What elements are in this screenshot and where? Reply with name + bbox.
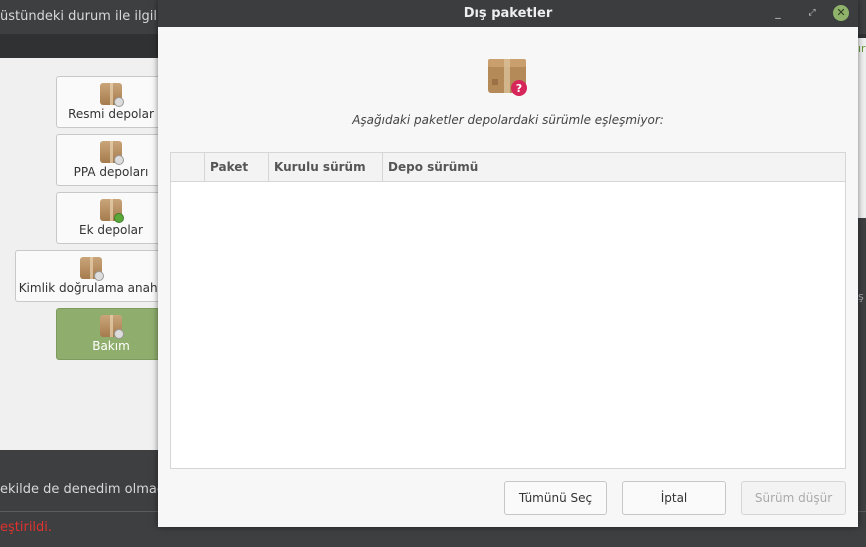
- background-error-text: eştirildi.: [0, 520, 53, 535]
- package-icon: [79, 257, 104, 281]
- maximize-icon[interactable]: ⤢: [804, 5, 820, 21]
- nav-label: Ek depolar: [79, 223, 143, 237]
- downgrade-button[interactable]: Sürüm düşür: [741, 481, 846, 515]
- nav-label: Resmi depolar: [68, 107, 154, 121]
- table-header: Paket Kurulu sürüm Depo sürümü: [171, 153, 845, 182]
- dialog-title: Dış paketler: [463, 6, 553, 21]
- minimize-icon[interactable]: _: [770, 5, 786, 21]
- cancel-button[interactable]: İptal: [622, 481, 726, 515]
- column-header-select[interactable]: [171, 153, 205, 182]
- background-right-text: ırt: [858, 42, 866, 55]
- nav-authentication-keys[interactable]: Kimlik doğrulama anaht: [15, 250, 166, 302]
- package-icon: [100, 315, 124, 339]
- column-header-installed-version[interactable]: Kurulu sürüm: [269, 153, 383, 182]
- dialog-titlebar[interactable]: Dış paketler _ ⤢ ✕: [158, 0, 858, 27]
- nav-maintenance[interactable]: Bakım: [56, 308, 166, 360]
- nav-label: Bakım: [92, 339, 130, 353]
- package-question-icon: ?: [488, 59, 527, 96]
- background-right-text-2: ş: [858, 290, 864, 303]
- package-icon: [100, 83, 124, 107]
- svg-text:?: ?: [516, 82, 522, 95]
- package-icon: [100, 141, 124, 165]
- background-bottom-text: ekilde de denedim olmadı: [0, 482, 169, 497]
- foreign-packages-dialog: Dış paketler _ ⤢ ✕ ? Aşağıdaki paketler …: [158, 0, 858, 527]
- column-header-package[interactable]: Paket: [205, 153, 269, 182]
- nav-official-repos[interactable]: Resmi depolar: [56, 76, 166, 128]
- column-header-repo-version[interactable]: Depo sürümü: [383, 153, 845, 182]
- dialog-message: Aşağıdaki paketler depolardaki sürümle e…: [352, 113, 664, 127]
- select-all-button[interactable]: Tümünü Seç: [504, 481, 607, 515]
- background-top-text: üstündeki durum ile ilgili d: [0, 9, 174, 24]
- nav-label: PPA depoları: [73, 165, 149, 179]
- nav-label: Kimlik doğrulama anaht: [18, 281, 163, 295]
- packages-table[interactable]: Paket Kurulu sürüm Depo sürümü: [170, 152, 846, 469]
- nav-ppa-repos[interactable]: PPA depoları: [56, 134, 166, 186]
- close-icon[interactable]: ✕: [833, 5, 849, 21]
- nav-additional-repos[interactable]: Ek depolar: [56, 192, 166, 244]
- package-icon: [100, 199, 124, 223]
